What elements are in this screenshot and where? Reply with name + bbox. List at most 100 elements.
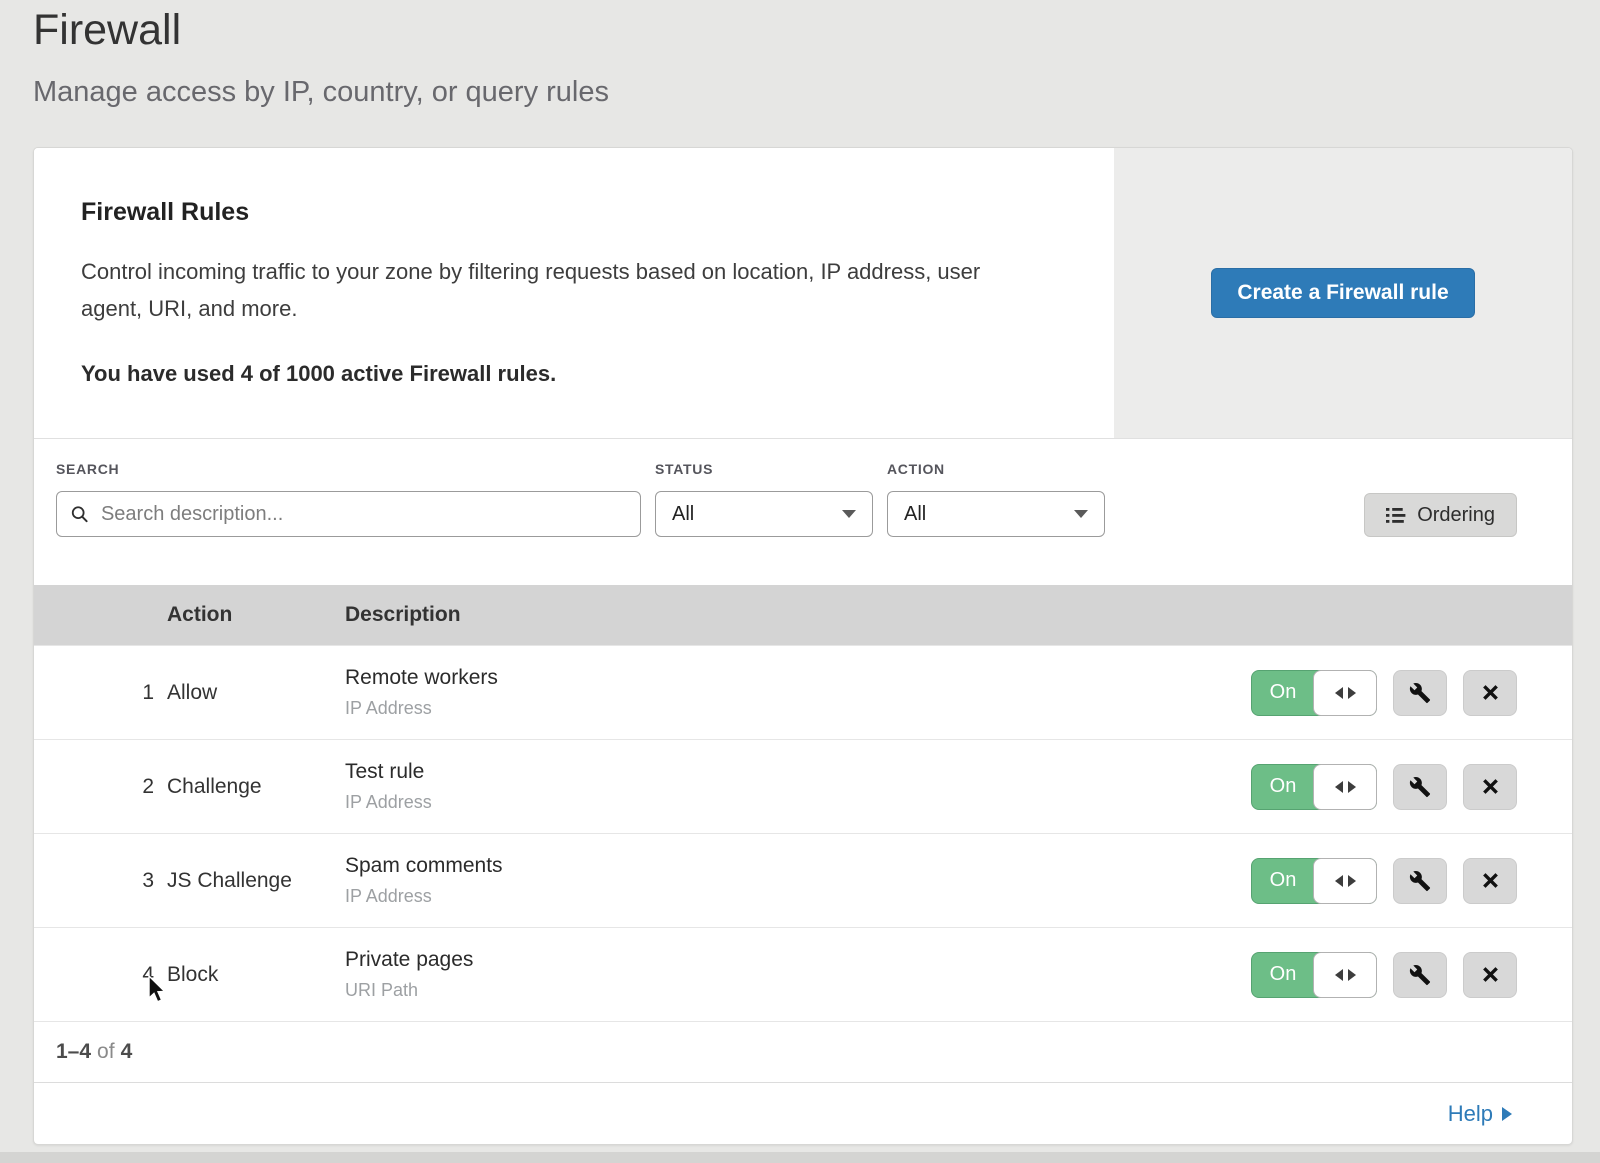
ordered-list-icon: [1386, 507, 1406, 524]
rule-enabled-toggle[interactable]: On: [1251, 858, 1377, 904]
wrench-icon: [1409, 776, 1431, 798]
create-firewall-rule-button[interactable]: Create a Firewall rule: [1211, 268, 1474, 318]
close-icon: [1481, 871, 1500, 890]
delete-rule-button[interactable]: [1463, 670, 1517, 716]
rule-description: Private pages: [345, 948, 1251, 972]
rule-description-cell: Private pages URI Path: [345, 948, 1251, 1001]
toggle-handle[interactable]: [1313, 670, 1377, 716]
pagination-of-label: of: [97, 1040, 115, 1064]
rule-action: Block: [167, 963, 345, 987]
pagination-range: 1–4: [56, 1040, 91, 1064]
rule-priority: 2: [34, 775, 167, 799]
table-row: 1 Allow Remote workers IP Address On: [34, 645, 1572, 739]
toggle-on-label: On: [1252, 671, 1314, 715]
rule-controls: On: [1251, 952, 1572, 998]
edit-rule-button[interactable]: [1393, 764, 1447, 810]
card-description: Control incoming traffic to your zone by…: [81, 253, 1041, 327]
rule-enabled-toggle[interactable]: On: [1251, 952, 1377, 998]
rule-controls: On: [1251, 670, 1572, 716]
rule-controls: On: [1251, 764, 1572, 810]
page-header: Firewall Manage access by IP, country, o…: [0, 0, 1600, 112]
rule-description-cell: Spam comments IP Address: [345, 854, 1251, 907]
status-filter-group: STATUS All: [655, 461, 873, 537]
edit-rule-button[interactable]: [1393, 670, 1447, 716]
edit-rule-button[interactable]: [1393, 952, 1447, 998]
action-label: ACTION: [887, 461, 1105, 477]
arrow-right-icon: [1502, 1107, 1512, 1121]
rule-enabled-toggle[interactable]: On: [1251, 764, 1377, 810]
close-icon: [1481, 777, 1500, 796]
card-usage-note: You have used 4 of 1000 active Firewall …: [81, 361, 1044, 387]
action-filter-group: ACTION All: [887, 461, 1105, 537]
toggle-handle[interactable]: [1313, 764, 1377, 810]
filters-bar: SEARCH STATUS All ACTION All: [34, 438, 1572, 585]
delete-rule-button[interactable]: [1463, 858, 1517, 904]
wrench-icon: [1409, 682, 1431, 704]
edit-rule-button[interactable]: [1393, 858, 1447, 904]
wrench-icon: [1409, 870, 1431, 892]
close-icon: [1481, 683, 1500, 702]
rule-description: Spam comments: [345, 854, 1251, 878]
action-column-header: Action: [167, 603, 345, 627]
firewall-rules-card: Firewall Rules Control incoming traffic …: [34, 148, 1572, 438]
rule-priority: 4: [34, 963, 167, 987]
chevron-down-icon: [842, 510, 856, 518]
window-bottom-edge: [0, 1152, 1600, 1163]
page-subtitle: Manage access by IP, country, or query r…: [33, 72, 1600, 112]
rule-priority: 3: [34, 869, 167, 893]
table-row: 2 Challenge Test rule IP Address On: [34, 739, 1572, 833]
table-row: 4 Block Private pages URI Path On: [34, 927, 1572, 1021]
wrench-icon: [1409, 964, 1431, 986]
create-rule-area: Create a Firewall rule: [1114, 148, 1572, 438]
delete-rule-button[interactable]: [1463, 764, 1517, 810]
arrow-right-icon: [1348, 781, 1356, 793]
rule-field: IP Address: [345, 698, 1251, 719]
description-column-header: Description: [345, 603, 1572, 627]
status-label: STATUS: [655, 461, 873, 477]
rule-description: Remote workers: [345, 666, 1251, 690]
ordering-button-label: Ordering: [1417, 504, 1495, 527]
toggle-handle[interactable]: [1313, 858, 1377, 904]
action-select[interactable]: All: [887, 491, 1105, 537]
table-row: 3 JS Challenge Spam comments IP Address …: [34, 833, 1572, 927]
rule-action: JS Challenge: [167, 869, 345, 893]
arrow-right-icon: [1348, 969, 1356, 981]
rule-action: Challenge: [167, 775, 345, 799]
pagination-summary: 1–4 of 4: [34, 1021, 1572, 1082]
table-header: Action Description: [34, 585, 1572, 645]
search-box[interactable]: [56, 491, 641, 537]
help-link[interactable]: Help: [1448, 1101, 1512, 1127]
arrow-right-icon: [1348, 875, 1356, 887]
rule-description-cell: Test rule IP Address: [345, 760, 1251, 813]
ordering-button[interactable]: Ordering: [1364, 493, 1517, 537]
arrow-left-icon: [1335, 969, 1343, 981]
rule-action: Allow: [167, 681, 345, 705]
rule-controls: On: [1251, 858, 1572, 904]
rule-priority: 1: [34, 681, 167, 705]
rule-field: IP Address: [345, 886, 1251, 907]
toggle-handle[interactable]: [1313, 952, 1377, 998]
search-input[interactable]: [99, 502, 627, 527]
delete-rule-button[interactable]: [1463, 952, 1517, 998]
arrow-right-icon: [1348, 687, 1356, 699]
action-selected-value: All: [904, 503, 926, 526]
page-title: Firewall: [33, 2, 1600, 58]
status-select[interactable]: All: [655, 491, 873, 537]
rule-field: IP Address: [345, 792, 1251, 813]
pagination-total: 4: [121, 1040, 133, 1064]
rule-enabled-toggle[interactable]: On: [1251, 670, 1377, 716]
firewall-rules-info: Firewall Rules Control incoming traffic …: [34, 148, 1114, 438]
rule-field: URI Path: [345, 980, 1251, 1001]
search-filter-group: SEARCH: [56, 461, 641, 537]
arrow-left-icon: [1335, 687, 1343, 699]
toggle-on-label: On: [1252, 953, 1314, 997]
firewall-panel: Firewall Rules Control incoming traffic …: [33, 147, 1573, 1145]
help-link-label: Help: [1448, 1101, 1493, 1127]
status-selected-value: All: [672, 503, 694, 526]
rule-description-cell: Remote workers IP Address: [345, 666, 1251, 719]
close-icon: [1481, 965, 1500, 984]
toggle-on-label: On: [1252, 859, 1314, 903]
search-label: SEARCH: [56, 461, 641, 477]
arrow-left-icon: [1335, 875, 1343, 887]
card-heading: Firewall Rules: [81, 198, 1044, 227]
